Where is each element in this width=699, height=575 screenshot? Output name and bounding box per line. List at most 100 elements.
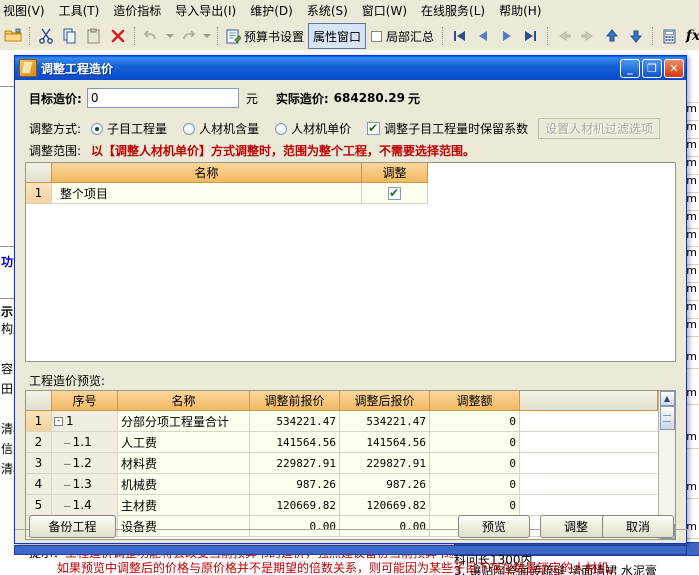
preview-button[interactable]: 预览 bbox=[458, 515, 530, 538]
budget-settings-button[interactable]: 预算书设置 bbox=[222, 24, 308, 48]
redo-icon[interactable] bbox=[177, 25, 199, 47]
local-summary-label: 局部汇总 bbox=[386, 29, 435, 44]
property-window-button[interactable]: 属性窗口 bbox=[308, 23, 367, 49]
scope-row-name: 整个项目 bbox=[52, 183, 362, 204]
first-record-icon[interactable] bbox=[448, 25, 470, 47]
preview-seq-text: 1.2 bbox=[72, 456, 92, 470]
background-unit-cell: m bbox=[686, 210, 697, 223]
preview-col-corner bbox=[26, 391, 52, 411]
undo-icon[interactable] bbox=[140, 25, 162, 47]
dialog-title: 调整工程造价 bbox=[41, 61, 114, 76]
menu-item-help[interactable]: 帮助(H) bbox=[492, 1, 548, 21]
toolbar-separator bbox=[29, 27, 30, 45]
local-summary-icon bbox=[370, 30, 383, 43]
dialog-footer: 备份工程 预览 调整 取消 bbox=[15, 509, 688, 545]
preview-seq-text: 1.3 bbox=[72, 477, 92, 491]
move-down-icon[interactable] bbox=[625, 25, 647, 47]
preview-row-seq[interactable]: — 1.3 bbox=[52, 474, 118, 495]
preview-row-amount: 0 bbox=[430, 411, 520, 432]
adjust-project-cost-dialog: 调整工程造价 _ ❐ ✕ 目标造价: 元 实际造价: 684280.29 元 调… bbox=[14, 55, 688, 575]
menu-item-import-export[interactable]: 导入导出(I) bbox=[168, 1, 243, 21]
radio-sub-item-quantity[interactable]: 子目工程量 bbox=[91, 120, 167, 137]
indent-icon[interactable] bbox=[577, 25, 599, 47]
delete-icon[interactable] bbox=[107, 25, 129, 47]
table-row[interactable]: 4 — 1.3 机械费 987.26 987.26 0 bbox=[26, 474, 658, 495]
close-icon[interactable]: ✕ bbox=[664, 58, 684, 78]
menu-item-window[interactable]: 窗口(W) bbox=[355, 1, 414, 21]
cut-icon[interactable] bbox=[35, 25, 57, 47]
window-controls: _ ❐ ✕ bbox=[620, 58, 684, 78]
scope-row-adjust-cell[interactable] bbox=[362, 183, 428, 204]
preview-col-after: 调整后报价 bbox=[340, 391, 430, 411]
radio-button-icon bbox=[183, 122, 196, 135]
checkbox-icon bbox=[367, 121, 381, 135]
undo-dropdown-icon[interactable] bbox=[164, 25, 175, 47]
menu-item-cost-index[interactable]: 造价指标 bbox=[106, 1, 168, 21]
menu-item-system[interactable]: 系统(S) bbox=[300, 1, 355, 21]
minimize-icon[interactable]: _ bbox=[620, 58, 640, 78]
checkbox-keep-coefficient[interactable]: 调整子目工程量时保留系数 bbox=[367, 120, 528, 137]
background-unit-cell: m bbox=[686, 300, 697, 313]
maximize-icon[interactable]: ❐ bbox=[642, 58, 662, 78]
next-record-icon[interactable] bbox=[496, 25, 518, 47]
table-row[interactable]: 2 — 1.1 人工费 141564.56 141564.56 0 bbox=[26, 432, 658, 453]
background-unit-cell: m bbox=[686, 120, 697, 133]
toolbar-separator bbox=[134, 27, 135, 45]
preview-seq-text: 1 bbox=[66, 414, 74, 428]
last-record-icon[interactable] bbox=[520, 25, 542, 47]
preview-row-seq[interactable]: — 1.1 bbox=[52, 432, 118, 453]
cancel-button[interactable]: 取消 bbox=[602, 515, 674, 538]
radio-labor-material-price[interactable]: 人材机单价 bbox=[275, 120, 351, 137]
menu-item-online-service[interactable]: 在线服务(L) bbox=[414, 1, 492, 21]
menu-item-view[interactable]: 视图(V) bbox=[0, 1, 52, 21]
outdent-icon[interactable] bbox=[553, 25, 575, 47]
open-folder-icon[interactable] bbox=[2, 25, 24, 47]
preview-col-amount: 调整额 bbox=[430, 391, 520, 411]
adjust-mode-label: 调整方式: bbox=[29, 122, 82, 136]
target-cost-label: 目标造价: bbox=[29, 91, 82, 106]
menu-item-maintenance[interactable]: 维护(D) bbox=[243, 1, 300, 21]
background-unit-cell: m bbox=[686, 350, 697, 363]
local-summary-button[interactable]: 局部汇总 bbox=[366, 24, 438, 48]
preview-row-seq[interactable]: — 1.2 bbox=[52, 453, 118, 474]
table-row[interactable]: 1 - 1 分部分项工程量合计 534221.47 534221.47 0 bbox=[26, 411, 658, 432]
menu-bar: 视图(V) 工具(T) 造价指标 导入导出(I) 维护(D) 系统(S) 窗口(… bbox=[0, 0, 699, 23]
scope-table[interactable]: 名称 调整 1 整个项目 bbox=[25, 162, 676, 362]
target-cost-input[interactable] bbox=[86, 88, 239, 108]
scroll-up-icon[interactable]: ▲ bbox=[659, 391, 675, 406]
toolbar-separator bbox=[442, 27, 444, 45]
table-row[interactable]: 3 — 1.2 材料费 229827.91 229827.91 0 bbox=[26, 453, 658, 474]
radio-button-icon bbox=[91, 122, 104, 135]
copy-icon[interactable] bbox=[59, 25, 81, 47]
backup-project-button[interactable]: 备份工程 bbox=[29, 515, 116, 538]
formula-icon[interactable]: fx bbox=[682, 25, 699, 47]
background-unit-cell: m bbox=[686, 228, 697, 241]
collapse-icon[interactable]: - bbox=[54, 416, 63, 426]
calculator-icon[interactable] bbox=[658, 25, 680, 47]
background-unit-cell: m bbox=[686, 386, 697, 399]
tips-text-2: 如果预览中调整后的价格与原价格并不是期望的倍数关系，则可能因为某些子目下存在数量… bbox=[57, 561, 622, 575]
preview-row-number: 3 bbox=[26, 453, 52, 474]
checkbox-icon[interactable] bbox=[388, 186, 401, 200]
preview-row-seq[interactable]: - 1 bbox=[52, 411, 118, 432]
background-unit-cell: m bbox=[686, 282, 697, 295]
preview-row-amount: 0 bbox=[430, 453, 520, 474]
background-unit-cell: m bbox=[686, 192, 697, 205]
preview-row-before: 987.26 bbox=[250, 474, 340, 495]
prev-record-icon[interactable] bbox=[472, 25, 494, 47]
table-row[interactable]: 1 整个项目 bbox=[26, 183, 675, 204]
background-unit-cell: m bbox=[686, 156, 697, 169]
radio-labor-material-content[interactable]: 人材机含量 bbox=[183, 120, 259, 137]
background-unit-cell: m bbox=[686, 138, 697, 151]
dialog-title-bar[interactable]: 调整工程造价 _ ❐ ✕ bbox=[15, 56, 686, 80]
redo-dropdown-icon[interactable] bbox=[201, 25, 212, 47]
app-icon bbox=[19, 59, 37, 77]
background-unit-cell: m bbox=[686, 480, 697, 493]
move-up-icon[interactable] bbox=[601, 25, 623, 47]
radio-label: 人材机含量 bbox=[199, 122, 260, 136]
menu-item-tools[interactable]: 工具(T) bbox=[52, 1, 107, 21]
paste-icon[interactable] bbox=[83, 25, 105, 47]
background-unit-cell: m bbox=[686, 102, 697, 115]
background-unit-cell: m bbox=[686, 318, 697, 331]
scrollbar-thumb[interactable] bbox=[659, 406, 675, 430]
